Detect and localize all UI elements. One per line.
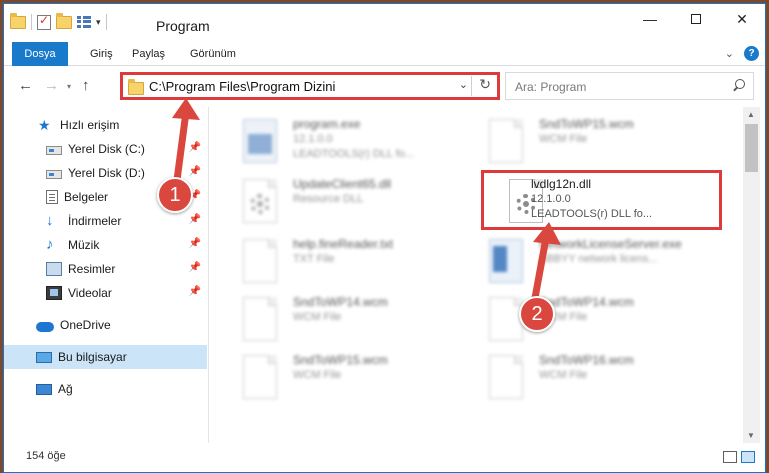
- step-badge-2: 2: [519, 296, 555, 332]
- arrow-to-address-bar: [172, 98, 200, 184]
- arrow-to-file: [531, 222, 561, 302]
- step-badge-1: 1: [157, 177, 193, 213]
- annotation-arrows: [172, 98, 561, 302]
